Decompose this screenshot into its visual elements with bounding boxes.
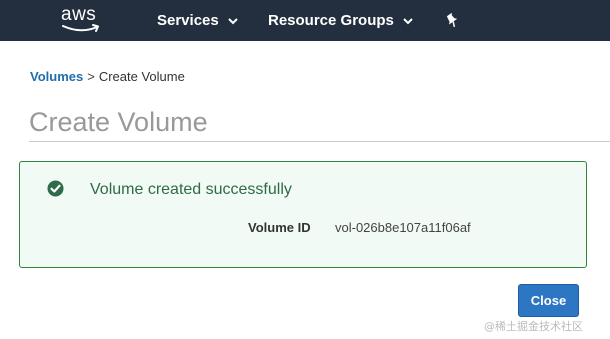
aws-logo[interactable]: aws — [61, 5, 103, 37]
breadcrumb-volumes-link[interactable]: Volumes — [30, 69, 83, 84]
title-divider — [29, 141, 610, 142]
breadcrumb-current: Create Volume — [98, 69, 185, 84]
chevron-down-icon — [228, 18, 238, 25]
breadcrumb: Volumes > Create Volume — [30, 69, 185, 85]
services-menu[interactable]: Services — [157, 12, 238, 30]
pin-icon[interactable] — [445, 13, 459, 28]
check-circle-icon — [47, 180, 64, 197]
resource-groups-menu[interactable]: Resource Groups — [268, 12, 413, 30]
volume-id-value[interactable]: vol-026b8e107a11f06af — [335, 220, 471, 236]
services-menu-label: Services — [157, 12, 219, 29]
breadcrumb-separator: > — [87, 69, 95, 84]
aws-logo-text: aws — [61, 4, 97, 25]
aws-smile-icon — [62, 24, 99, 32]
top-navigation-bar: aws Services Resource Groups — [0, 0, 610, 41]
chevron-down-icon — [403, 18, 413, 25]
page-title: Create Volume — [29, 107, 208, 137]
volume-id-label: Volume ID — [248, 220, 311, 235]
alert-title: Volume created successfully — [90, 181, 292, 198]
close-button[interactable]: Close — [518, 284, 579, 317]
resource-groups-menu-label: Resource Groups — [268, 12, 394, 29]
watermark: @稀土掘金技术社区 — [484, 320, 583, 333]
success-alert: Volume created successfully Volume ID vo… — [19, 161, 587, 268]
